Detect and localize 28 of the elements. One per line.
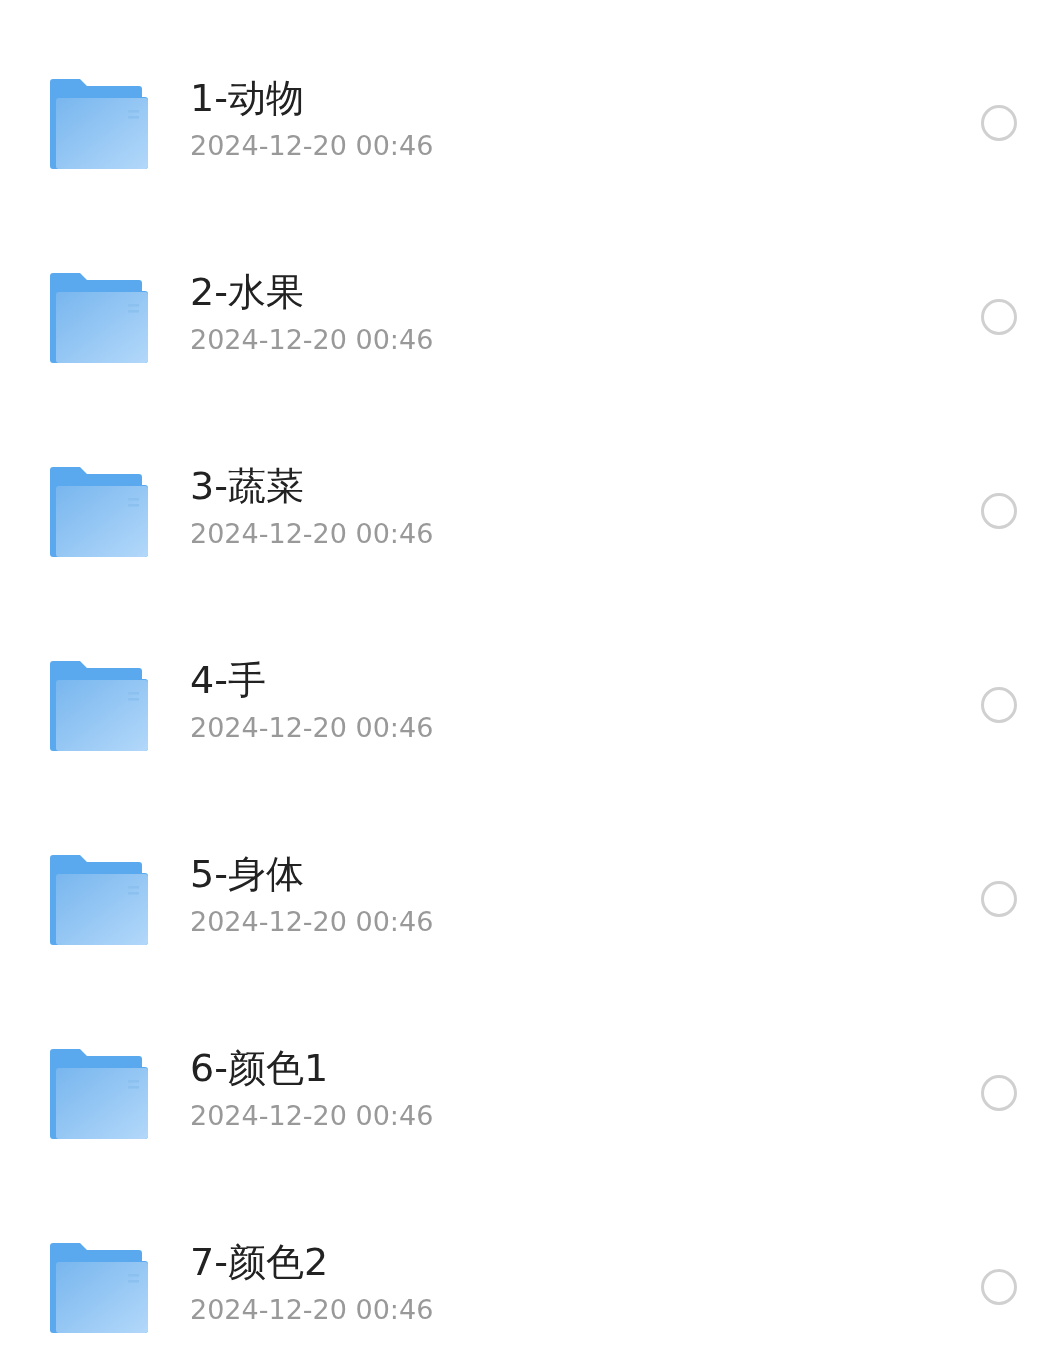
- folder-name: 7-颜色2: [190, 1239, 330, 1286]
- select-radio[interactable]: [981, 493, 1017, 529]
- select-radio[interactable]: [981, 105, 1017, 141]
- select-radio[interactable]: [981, 881, 1017, 917]
- modified-date: 2024-12-20 00:46: [190, 1293, 435, 1327]
- select-radio[interactable]: [981, 1075, 1017, 1111]
- modified-date: 2024-12-20 00:46: [190, 129, 435, 163]
- folder-name: 5-身体: [190, 851, 305, 898]
- folder-name: 1-动物: [190, 75, 305, 122]
- folder-icon: [50, 1243, 148, 1333]
- modified-date: 2024-12-20 00:46: [190, 1099, 435, 1133]
- folder-name: 6-颜色1: [190, 1045, 330, 1092]
- modified-date: 2024-12-20 00:46: [190, 323, 435, 357]
- modified-date: 2024-12-20 00:46: [190, 905, 435, 939]
- select-radio[interactable]: [981, 299, 1017, 335]
- folder-icon: [50, 1049, 148, 1139]
- folder-name: 3-蔬菜: [190, 463, 305, 510]
- folder-icon: [50, 273, 148, 363]
- select-radio[interactable]: [981, 687, 1017, 723]
- folder-icon: [50, 79, 148, 169]
- folder-icon: [50, 661, 148, 751]
- folder-name: 2-水果: [190, 269, 305, 316]
- select-radio[interactable]: [981, 1269, 1017, 1305]
- modified-date: 2024-12-20 00:46: [190, 711, 435, 745]
- folder-name: 4-手: [190, 657, 267, 704]
- folder-icon: [50, 467, 148, 557]
- folder-icon: [50, 855, 148, 945]
- modified-date: 2024-12-20 00:46: [190, 517, 435, 551]
